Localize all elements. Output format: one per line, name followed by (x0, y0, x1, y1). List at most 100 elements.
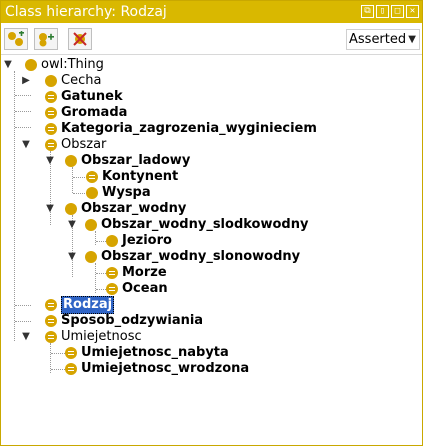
tree-node-morze[interactable]: Morze (106, 265, 167, 281)
tree-node-label: Jezioro (122, 233, 172, 248)
float-view-button[interactable]: ⧉ (361, 5, 374, 18)
tree-node-owl-thing[interactable]: owl:Thing (25, 57, 104, 73)
tree-node-label: Obszar_wodny_slodkowodny (101, 217, 309, 232)
tree-connector (51, 369, 65, 370)
tree-node-label: Sposob_odzywiania (61, 313, 204, 328)
class-tree[interactable]: ▼ owl:Thing ▶ Cecha Gatunek Gromada Kate… (1, 55, 422, 445)
tree-node-obszar-wodny-slonowodny[interactable]: Obszar_wodny_slonowodny (85, 249, 300, 265)
delete-class-icon (73, 32, 87, 46)
maximize-button[interactable]: □ (391, 5, 404, 18)
expand-toggle-icon[interactable]: ▼ (3, 57, 13, 73)
tree-node-label-selected: Rodzaj (61, 296, 115, 314)
defined-class-icon (106, 283, 118, 295)
tree-connector (72, 167, 73, 193)
defined-class-icon (45, 299, 57, 311)
tree-node-umiejetnosc-nabyta[interactable]: Umiejetnosc_nabyta (65, 345, 229, 361)
defined-class-icon (65, 347, 77, 359)
title-bar: Class hierarchy: Rodzaj ⧉ ▯ □ ✕ (1, 1, 422, 23)
expand-toggle-icon[interactable]: ▼ (45, 153, 55, 169)
defined-class-icon (45, 331, 57, 343)
expand-toggle-icon[interactable]: ▼ (21, 137, 31, 153)
class-icon (45, 75, 57, 87)
tree-node-label: Gromada (61, 105, 128, 120)
tree-connector (96, 289, 106, 290)
tree-node-label: Umiejetnosc_nabyta (81, 345, 229, 360)
tree-connector (96, 241, 106, 242)
class-icon (25, 59, 37, 71)
tree-node-jezioro[interactable]: Jezioro (106, 233, 172, 249)
expand-toggle-icon[interactable]: ▼ (21, 329, 31, 345)
tree-connector (15, 127, 31, 128)
tree-connector (15, 95, 31, 96)
defined-class-icon (45, 91, 57, 103)
class-hierarchy-panel: Class hierarchy: Rodzaj ⧉ ▯ □ ✕ Asserted… (0, 0, 423, 446)
tree-node-obszar-wodny-slodkowodny[interactable]: Obszar_wodny_slodkowodny (85, 217, 308, 233)
tree-node-label: Obszar_wodny_slonowodny (101, 249, 301, 264)
tree-node-sposob-odzywiania[interactable]: Sposob_odzywiania (45, 313, 203, 329)
hierarchy-mode-value: Asserted (349, 32, 407, 47)
split-view-button[interactable]: ▯ (376, 5, 389, 18)
defined-class-icon (106, 267, 118, 279)
tree-node-umiejetnosc[interactable]: Umiejetnosc (45, 329, 142, 345)
tree-node-label: Ocean (122, 281, 168, 296)
defined-class-icon (45, 107, 57, 119)
tree-node-obszar[interactable]: Obszar (45, 137, 106, 153)
tree-connector (15, 111, 31, 112)
tree-node-kontynent[interactable]: Kontynent (86, 169, 178, 185)
tree-node-cecha[interactable]: Cecha (45, 73, 101, 89)
tree-node-wyspa[interactable]: Wyspa (86, 185, 151, 201)
tree-connector (73, 193, 85, 194)
tree-node-label: Umiejetnosc (61, 329, 142, 344)
tree-node-label: Kategoria_zagrozenia_wyginieciem (61, 121, 317, 136)
tree-node-label: Obszar_wodny (81, 201, 187, 216)
tree-node-rodzaj[interactable]: Rodzaj (45, 296, 115, 314)
add-subclass-button[interactable] (4, 28, 28, 50)
tree-node-gatunek[interactable]: Gatunek (45, 89, 123, 105)
tree-connector (73, 177, 85, 178)
tree-connector (95, 231, 96, 245)
tree-connector (51, 353, 65, 354)
tree-node-label: Morze (122, 265, 167, 280)
expand-toggle-icon[interactable]: ▼ (67, 217, 77, 233)
window-controls: ⧉ ▯ □ ✕ (361, 5, 419, 18)
defined-class-icon (45, 315, 57, 327)
tree-node-ocean[interactable]: Ocean (106, 281, 168, 297)
class-icon (86, 187, 98, 199)
defined-class-icon (45, 123, 57, 135)
class-icon (65, 155, 77, 167)
tree-node-umiejetnosc-wrodzona[interactable]: Umiejetnosc_wrodzona (65, 361, 249, 377)
expand-toggle-icon[interactable]: ▼ (45, 201, 55, 217)
add-subclass-icon (8, 31, 24, 46)
defined-class-icon (45, 139, 57, 151)
hierarchy-mode-select[interactable]: Asserted ▼ (346, 29, 420, 50)
tree-node-label: Obszar (61, 137, 107, 152)
add-sibling-icon (39, 33, 54, 47)
expand-toggle-icon[interactable]: ▼ (67, 249, 77, 265)
tree-node-label: owl:Thing (41, 57, 104, 72)
tree-node-label: Cecha (61, 73, 102, 88)
tree-node-label: Gatunek (61, 89, 123, 104)
defined-class-icon (86, 171, 98, 183)
tree-connector (15, 305, 31, 306)
tree-node-label: Wyspa (102, 185, 151, 200)
close-button[interactable]: ✕ (406, 5, 419, 18)
tree-node-gromada[interactable]: Gromada (45, 105, 127, 121)
toolbar: Asserted ▼ (1, 24, 422, 55)
tree-node-label: Obszar_ladowy (81, 153, 191, 168)
class-icon (85, 251, 97, 263)
class-icon (85, 219, 97, 231)
tree-node-label: Umiejetnosc_wrodzona (81, 361, 250, 376)
expand-toggle-icon[interactable]: ▶ (21, 73, 31, 89)
tree-node-obszar-ladowy[interactable]: Obszar_ladowy (65, 153, 190, 169)
chevron-down-icon: ▼ (408, 34, 416, 45)
tree-node-obszar-wodny[interactable]: Obszar_wodny (65, 201, 186, 217)
class-icon (65, 203, 77, 215)
panel-title: Class hierarchy: Rodzaj (5, 4, 167, 20)
add-sibling-button[interactable] (34, 28, 58, 50)
delete-class-button[interactable] (68, 28, 92, 50)
tree-connector (96, 273, 106, 274)
tree-connector (15, 321, 31, 322)
tree-node-label: Kontynent (102, 169, 179, 184)
tree-node-kategoria[interactable]: Kategoria_zagrozenia_wyginieciem (45, 121, 317, 137)
class-icon (106, 235, 118, 247)
